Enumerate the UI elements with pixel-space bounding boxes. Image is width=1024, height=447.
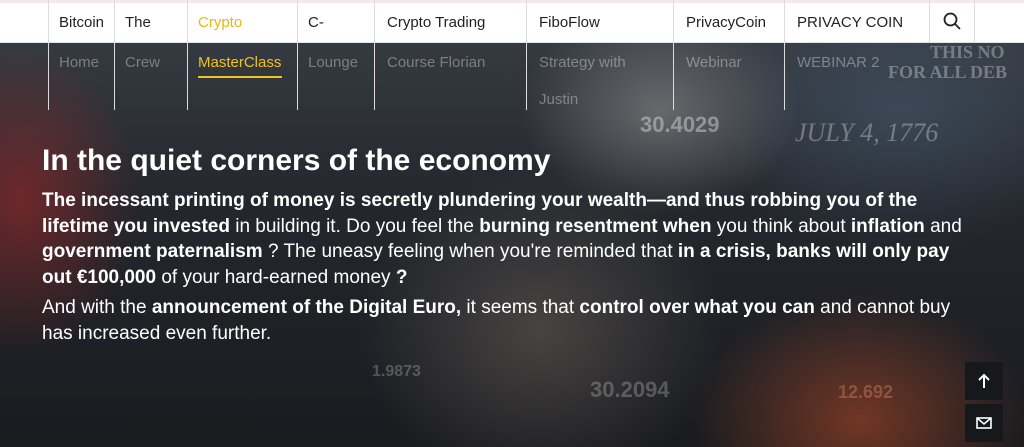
- nav-item-bitcoin-home[interactable]: Bitcoin Home: [48, 0, 114, 110]
- nav-label-line2: Course Florian: [387, 54, 486, 71]
- nav-label-line2: Webinar: [686, 54, 742, 71]
- nav-label-line1: PRIVACY COIN: [797, 14, 904, 31]
- search-icon: [943, 12, 961, 30]
- text-run: ? The uneasy feeling when you're reminde…: [262, 241, 678, 262]
- nav-item-crypto-trading-course[interactable]: Crypto Trading Course Florian: [374, 0, 526, 110]
- hero-paragraph-1: The incessant printing of money is secre…: [42, 188, 972, 290]
- text-run: inflation: [850, 215, 925, 237]
- text-run: government paternalism: [42, 241, 263, 262]
- bg-text-this-no: THIS NO: [930, 42, 1005, 62]
- nav-label-line3: Justin: [539, 91, 579, 108]
- search-button[interactable]: [929, 0, 975, 42]
- nav-item-c-lounge[interactable]: C- Lounge: [297, 0, 374, 110]
- nav-item-the-crew[interactable]: The Crew: [114, 0, 187, 110]
- nav-label-line2: Lounge: [308, 54, 359, 71]
- bg-text-number-4: 12.692: [838, 382, 894, 402]
- scroll-to-top-button[interactable]: [965, 362, 1003, 400]
- nav-label-line1: Crypto: [198, 14, 243, 31]
- text-run: control over what you can: [579, 297, 815, 318]
- nav-label-line1: PrivacyCoin: [686, 14, 767, 31]
- nav-label-line1: Bitcoin: [59, 14, 105, 31]
- nav-label-line2: WEBINAR 2: [797, 54, 880, 71]
- bg-text-number-2: 1.9873: [372, 363, 421, 380]
- text-run: of your hard-earned money: [156, 266, 396, 288]
- bg-text-number-1: 30.4029: [640, 112, 720, 137]
- nav-label-line1: C-: [308, 14, 324, 31]
- nav-label-line2: Strategy with: [539, 54, 626, 71]
- nav-item-crypto-masterclass[interactable]: Crypto MasterClass: [187, 0, 297, 110]
- nav-item-fiboflow-strategy[interactable]: FiboFlow Strategy with Justin: [526, 0, 673, 110]
- nav-label-line2: Home: [59, 54, 100, 71]
- text-run: burning resentment when: [479, 215, 712, 237]
- text-run: And with the: [42, 297, 152, 318]
- text-run: in building it. Do you feel the: [229, 215, 480, 237]
- text-run: it seems that: [461, 297, 580, 318]
- active-underline: [198, 76, 282, 78]
- contact-mail-button[interactable]: [965, 404, 1003, 442]
- bg-text-number-3: 30.2094: [590, 377, 670, 402]
- bg-text-date: JULY 4, 1776: [795, 118, 939, 147]
- text-run: announcement of the Digital Euro,: [151, 297, 462, 318]
- arrow-up-icon: [978, 373, 990, 388]
- nav-label-line1: The: [125, 14, 151, 31]
- nav-item-privacycoin-webinar[interactable]: PrivacyCoin Webinar: [673, 0, 784, 110]
- text-run: and: [924, 215, 962, 237]
- nav-item-privacy-coin-webinar-2[interactable]: PRIVACY COIN WEBINAR 2: [784, 0, 929, 110]
- nav-label-line1: FiboFlow: [539, 14, 600, 31]
- nav-label-line1: Crypto Trading: [387, 14, 486, 31]
- hero-headline: In the quiet corners of the economy: [42, 144, 551, 177]
- nav-label-line2: MasterClass: [198, 54, 282, 71]
- hero-paragraph-2: And with the announcement of the Digital…: [42, 295, 972, 346]
- mail-icon: [976, 417, 992, 429]
- text-run: ?: [395, 266, 408, 288]
- nav-label-line2: Crew: [125, 54, 161, 71]
- text-run: you think about: [711, 215, 851, 237]
